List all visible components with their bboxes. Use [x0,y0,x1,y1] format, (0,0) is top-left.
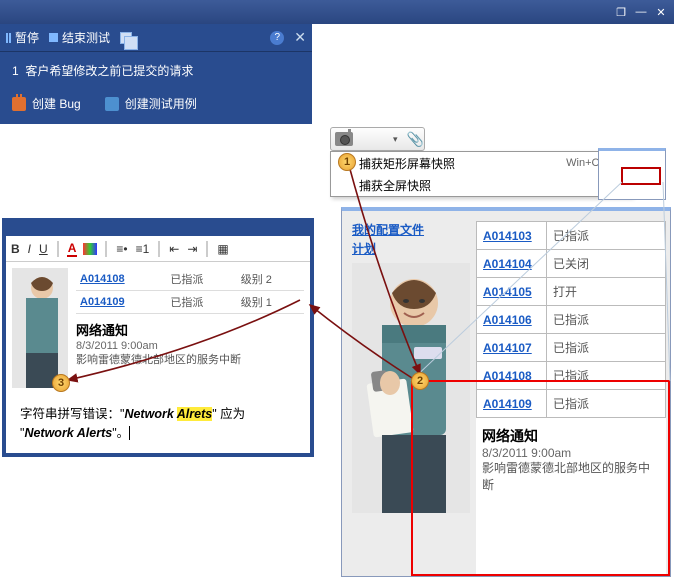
notice-title: 网络通知 [76,320,304,339]
mini-ticket-table: A014108已指派级别 2 A014109已指派级别 1 [76,268,304,314]
notice-time: 8/3/2011 9:00am [76,340,304,352]
bug-editor-window: B I U A ≡• ≡1 ⇤ ⇥ ▦ A014108已指派级别 2 A0141 [2,218,314,457]
capture-rect-label: 捕获矩形屏幕快照 [359,155,455,172]
test-toolbar: 暂停 结束测试 ? ✕ [0,24,312,52]
plan-link[interactable]: 计划 [352,240,470,257]
test-case-icon [105,97,119,111]
profile-link[interactable]: 我的配置文件 [352,221,470,238]
chevron-down-icon: ▾ [393,134,398,145]
callout-1: 1 [338,153,356,171]
ticket-status: 已指派 [547,222,666,250]
ticket-level: 级别 1 [237,291,304,314]
bug-icon [12,97,26,111]
pause-icon [6,33,11,43]
end-test-label: 结束测试 [62,29,110,46]
ticket-id[interactable]: A014109 [477,390,547,418]
pause-label: 暂停 [15,29,39,46]
create-test-button[interactable]: 创建测试用例 [105,95,197,112]
capture-full-label: 捕获全屏快照 [359,177,431,194]
table-row[interactable]: A014109已指派 [477,390,666,418]
callout-3: 3 [52,374,70,392]
restore-button[interactable]: ❐ [612,4,630,20]
ticket-status: 已指派 [547,362,666,390]
insert-image-button[interactable]: ▦ [216,242,229,256]
panel-close-button[interactable]: ✕ [294,29,306,46]
ticket-status: 已指派 [166,268,236,291]
ticket-status: 打开 [547,278,666,306]
test-runner-panel: 暂停 结束测试 ? ✕ 1 客户希望修改之前已提交的请求 创建 Bug 创建测试… [0,24,312,124]
indent-button[interactable]: ⇥ [186,242,198,256]
request-number: 1 [12,64,19,78]
table-row[interactable]: A014108已指派级别 2 [76,268,304,291]
font-color-button[interactable]: A [67,241,78,257]
stop-icon [49,33,58,42]
create-bug-label: 创建 Bug [32,95,81,112]
misspelled-word: Alrets [177,407,212,421]
italic-button[interactable]: I [27,242,32,256]
table-row[interactable]: A014105打开 [477,278,666,306]
bullet-list-button[interactable]: ≡• [115,242,128,256]
rich-text-toolbar: B I U A ≡• ≡1 ⇤ ⇥ ▦ [6,236,310,262]
ticket-id[interactable]: A014103 [477,222,547,250]
mini-preview-window [598,148,666,200]
ticket-id[interactable]: A014104 [477,250,547,278]
notice-desc: 影响雷德蒙德北部地区的服务中断 [76,353,304,367]
create-test-label: 创建测试用例 [125,95,197,112]
table-row[interactable]: A014106已指派 [477,306,666,334]
highlight-button[interactable] [83,243,97,255]
ticket-id[interactable]: A014108 [477,362,547,390]
help-button[interactable]: ? [270,31,284,45]
end-test-button[interactable]: 结束测试 [49,29,110,46]
table-row[interactable]: A014103已指派 [477,222,666,250]
notification-block: 网络通知 8/3/2011 9:00am 影响雷德蒙德北部地区的服务中断 [476,418,666,502]
outdent-button[interactable]: ⇤ [168,242,180,256]
notice-desc: 影响雷德蒙德北部地区的服务中断 [482,460,660,494]
capture-dropdown-button[interactable]: ▾ 📎 [330,127,425,151]
text-cursor [129,426,133,440]
ticket-status: 已指派 [547,334,666,362]
notice-time: 8/3/2011 9:00am [482,446,660,460]
request-body: 客户希望修改之前已提交的请求 [25,64,193,78]
create-bug-button[interactable]: 创建 Bug [12,95,81,112]
copy-button[interactable] [120,32,132,44]
table-row[interactable]: A014109已指派级别 1 [76,291,304,314]
table-row[interactable]: A014107已指派 [477,334,666,362]
copy-icon [120,32,132,44]
table-row[interactable]: A014108已指派 [477,362,666,390]
close-button[interactable]: ✕ [652,4,670,20]
ticket-status: 已指派 [547,306,666,334]
ticket-status: 已指派 [547,390,666,418]
capture-rect-item[interactable]: 捕获矩形屏幕快照 Win+Ctrl+C [331,152,631,174]
capture-full-item[interactable]: 捕获全屏快照 [331,174,631,196]
ticket-table: A014103已指派 A014104已关闭 A014105打开 A014106已… [476,221,666,418]
attachment-icon: 📎 [407,131,424,148]
action-row: 创建 Bug 创建测试用例 [0,89,312,124]
table-row[interactable]: A014104已关闭 [477,250,666,278]
minimize-button[interactable]: — [632,4,650,20]
request-text: 1 客户希望修改之前已提交的请求 [0,52,312,89]
bug-description-text[interactable]: 字符串拼写错误："Network Alrets" 应为 "Network Ale… [6,399,310,453]
callout-2: 2 [411,372,429,390]
browser-window: 我的配置文件 计划 [341,207,671,577]
selection-rect-icon [621,167,661,185]
notice-title: 网络通知 [482,426,660,446]
ticket-status: 已指派 [166,291,236,314]
window-title-bar: ❐ — ✕ [0,0,674,24]
camera-icon [335,132,353,146]
ticket-id[interactable]: A014107 [477,334,547,362]
capture-menu: 捕获矩形屏幕快照 Win+Ctrl+C 捕获全屏快照 [330,151,632,197]
ticket-level: 级别 2 [237,268,304,291]
bold-button[interactable]: B [10,242,21,256]
ticket-id[interactable]: A014106 [477,306,547,334]
ticket-id[interactable]: A014109 [76,291,166,314]
ticket-status: 已关闭 [547,250,666,278]
ticket-id[interactable]: A014108 [76,268,166,291]
user-photo [352,263,470,518]
underline-button[interactable]: U [38,242,49,256]
pause-button[interactable]: 暂停 [6,29,39,46]
number-list-button[interactable]: ≡1 [135,242,151,256]
ticket-id[interactable]: A014105 [477,278,547,306]
